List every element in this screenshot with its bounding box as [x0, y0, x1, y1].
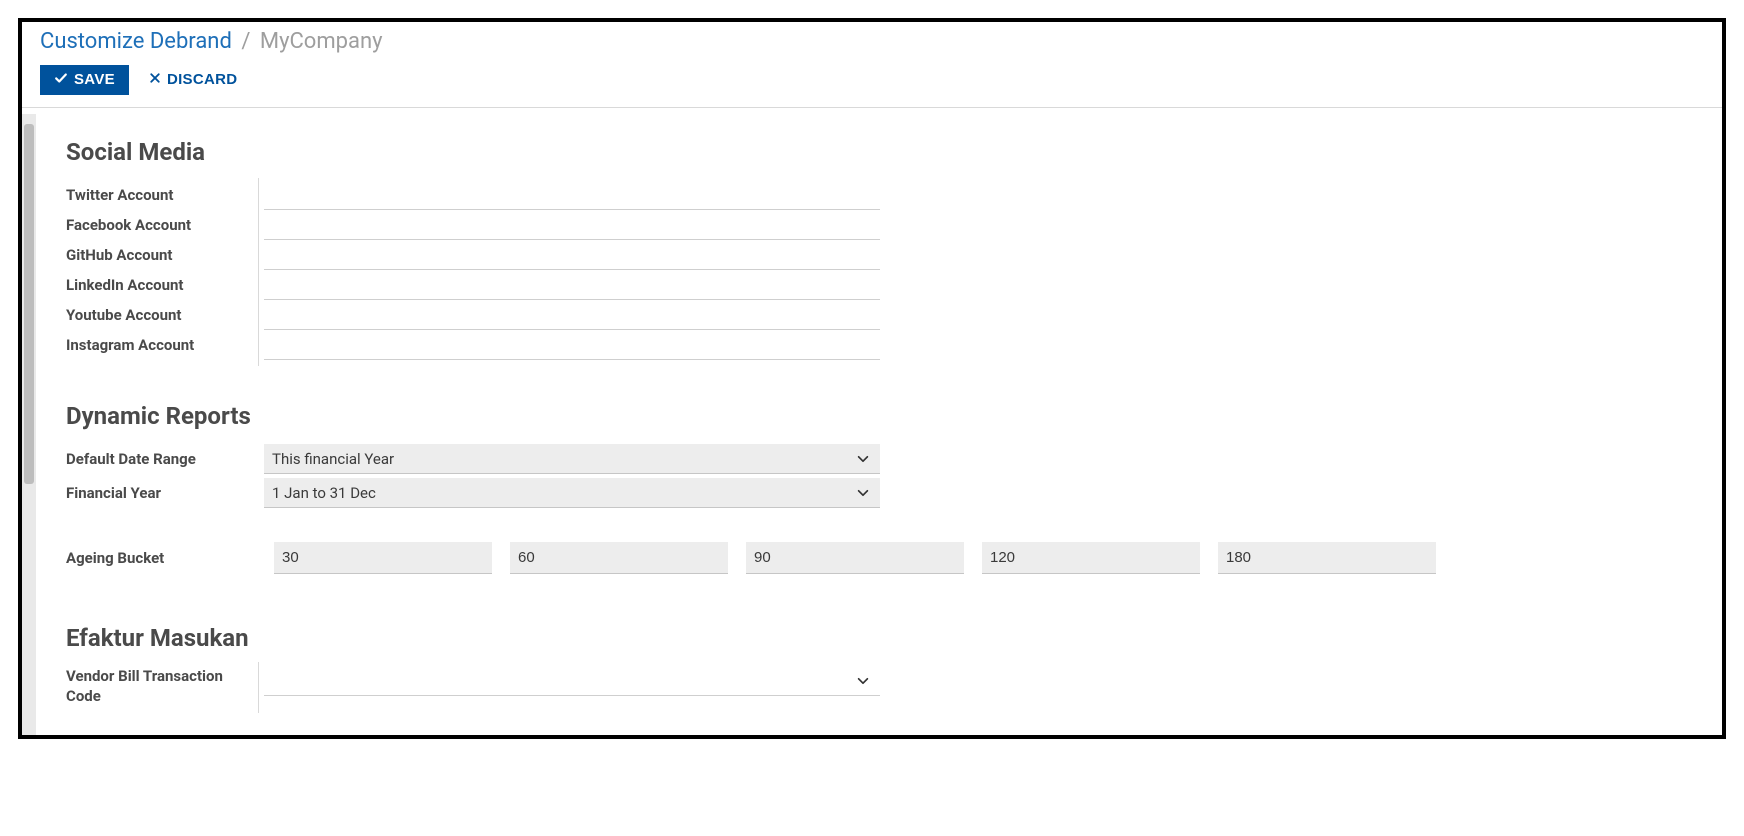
label-facebook: Facebook Account	[66, 210, 256, 240]
save-button[interactable]: SAVE	[40, 65, 129, 95]
discard-button[interactable]: DISCARD	[141, 65, 245, 94]
label-twitter: Twitter Account	[66, 180, 256, 210]
save-button-label: SAVE	[74, 71, 115, 88]
ageing-bucket-1[interactable]	[274, 542, 492, 574]
ageing-bucket-4[interactable]	[982, 542, 1200, 574]
select-default-date-range-value: This financial Year	[272, 450, 394, 468]
breadcrumb-current: MyCompany	[260, 29, 383, 54]
row-financial-year: Financial Year 1 Jan to 31 Dec	[66, 478, 1722, 508]
section-title-dynamic-reports: Dynamic Reports	[66, 402, 1722, 430]
label-instagram: Instagram Account	[66, 330, 256, 360]
select-financial-year-value: 1 Jan to 31 Dec	[272, 484, 376, 502]
ageing-bucket-2[interactable]	[510, 542, 728, 574]
app-window: Customize Debrand / MyCompany SAVE DISCA…	[18, 18, 1726, 739]
close-icon	[149, 71, 161, 88]
social-media-fields: Twitter Account Facebook Account GitHub …	[66, 180, 1722, 360]
label-linkedin: LinkedIn Account	[66, 270, 256, 300]
row-default-date-range: Default Date Range This financial Year	[66, 444, 1722, 474]
select-default-date-range[interactable]: This financial Year	[264, 444, 880, 474]
input-instagram[interactable]	[264, 330, 880, 360]
row-ageing-bucket: Ageing Bucket	[66, 542, 1722, 574]
scrollbar-track[interactable]	[22, 114, 36, 735]
label-vendor-bill-tx: Vendor Bill Transaction Code	[66, 666, 256, 707]
scrollbar-thumb[interactable]	[24, 124, 34, 484]
breadcrumb: Customize Debrand / MyCompany	[40, 28, 1704, 57]
label-github: GitHub Account	[66, 240, 256, 270]
input-twitter[interactable]	[264, 180, 880, 210]
breadcrumb-separator: /	[241, 29, 250, 54]
select-financial-year[interactable]: 1 Jan to 31 Dec	[264, 478, 880, 508]
label-ageing-bucket: Ageing Bucket	[66, 549, 256, 567]
input-youtube[interactable]	[264, 300, 880, 330]
label-financial-year: Financial Year	[66, 484, 256, 502]
breadcrumb-link-customize-debrand[interactable]: Customize Debrand	[40, 29, 232, 54]
ageing-bucket-3[interactable]	[746, 542, 964, 574]
select-vendor-bill-tx[interactable]	[264, 666, 880, 696]
form-scroll-area[interactable]: Social Media Twitter Account Facebook Ac…	[22, 114, 1722, 735]
action-bar: SAVE DISCARD	[22, 59, 1722, 108]
check-icon	[54, 71, 68, 89]
input-linkedin[interactable]	[264, 270, 880, 300]
section-title-social-media: Social Media	[66, 138, 1722, 166]
discard-button-label: DISCARD	[167, 71, 237, 88]
breadcrumb-bar: Customize Debrand / MyCompany	[22, 22, 1722, 59]
section-title-efaktur: Efaktur Masukan	[66, 624, 1722, 652]
input-facebook[interactable]	[264, 210, 880, 240]
row-vendor-bill-tx: Vendor Bill Transaction Code	[66, 666, 1722, 707]
label-youtube: Youtube Account	[66, 300, 256, 330]
form-sheet: Social Media Twitter Account Facebook Ac…	[66, 114, 1722, 707]
input-github[interactable]	[264, 240, 880, 270]
label-default-date-range: Default Date Range	[66, 450, 256, 468]
ageing-bucket-5[interactable]	[1218, 542, 1436, 574]
